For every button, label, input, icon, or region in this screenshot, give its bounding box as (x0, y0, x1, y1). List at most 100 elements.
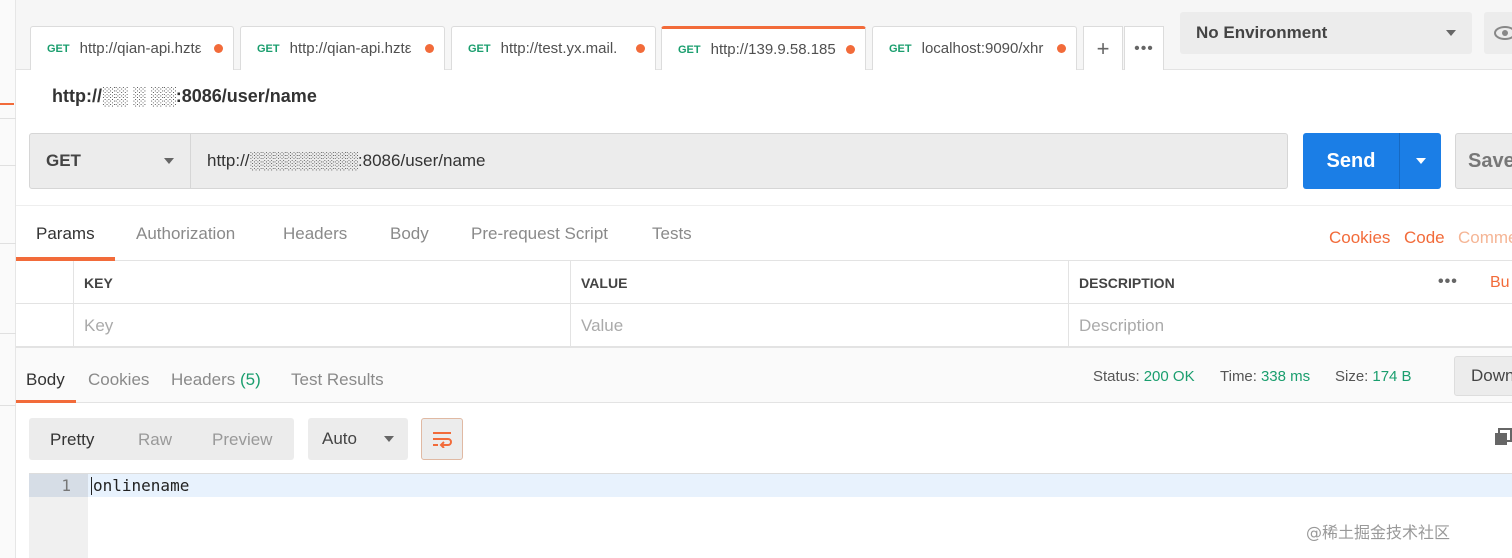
tab-overflow-button[interactable]: ••• (1124, 26, 1164, 70)
wrap-lines-icon (433, 432, 452, 448)
sidebar-divider (0, 333, 16, 334)
response-body-text: onlinename (93, 476, 190, 495)
new-tab-button[interactable]: + (1083, 26, 1123, 70)
response-tab-test-results[interactable]: Test Results (291, 370, 384, 390)
cookies-link[interactable]: Cookies (1329, 228, 1390, 248)
view-raw-button[interactable]: Raw (138, 430, 172, 450)
time-label: Time: (1220, 368, 1257, 385)
left-sidebar-strip (0, 0, 16, 558)
chevron-down-icon (1446, 30, 1456, 36)
chevron-down-icon (164, 158, 174, 164)
sidebar-divider (0, 165, 16, 166)
status-stat: Status: 200 OK (1093, 368, 1195, 385)
request-section-tabs: Params Authorization Headers Body Pre-re… (16, 205, 1512, 261)
tab-method: GET (468, 42, 491, 55)
tab-body[interactable]: Body (390, 224, 429, 244)
copy-icon[interactable] (1494, 428, 1512, 446)
active-line (29, 474, 1512, 497)
sidebar-accent (0, 103, 14, 105)
size-stat: Size: 174 B (1335, 368, 1412, 385)
watermark: @稀土掘金技术社区 (1306, 523, 1451, 542)
http-method-select[interactable]: GET (29, 133, 191, 189)
bulk-edit-link[interactable]: Bu (1490, 274, 1510, 292)
response-tab-body[interactable]: Body (26, 370, 65, 390)
tab-method: GET (47, 42, 70, 55)
ellipsis-icon[interactable]: ••• (1438, 273, 1458, 291)
request-tab[interactable]: GET http://test.yx.mail. (451, 26, 656, 70)
tab-url: http://test.yx.mail. (500, 40, 618, 57)
format-label: Auto (322, 429, 357, 448)
request-tab[interactable]: GET http://qian-api.hztε (30, 26, 234, 70)
body-view-mode-toggle: Pretty Raw Preview (29, 418, 294, 460)
unsaved-dot-icon (425, 44, 434, 53)
column-header-description: DESCRIPTION (1068, 261, 1424, 304)
tab-method: GET (678, 43, 701, 56)
unsaved-dot-icon (846, 45, 855, 54)
send-options-button[interactable] (1399, 133, 1441, 189)
response-tab-headers[interactable]: Headers (5) (171, 370, 261, 390)
response-header-bar: Body Cookies Headers (5) Test Results St… (16, 347, 1512, 403)
line-number: 1 (61, 476, 71, 495)
sidebar-divider (0, 243, 16, 244)
ellipsis-icon: ••• (1134, 39, 1154, 57)
unsaved-dot-icon (636, 44, 645, 53)
response-body-editor[interactable]: 1 onlinename (29, 473, 1512, 558)
view-pretty-button[interactable]: Pretty (50, 430, 94, 450)
column-header-key: KEY (73, 261, 570, 304)
chevron-down-icon (1415, 158, 1426, 164)
time-value: 338 ms (1260, 368, 1311, 385)
download-button[interactable]: Down (1454, 356, 1512, 396)
environment-select[interactable]: No Environment (1180, 12, 1472, 54)
tab-url: http://139.9.58.185 (710, 41, 836, 58)
response-tab-headers-label: Headers (171, 370, 236, 389)
plus-icon: + (1096, 35, 1110, 61)
table-header-row: KEY VALUE DESCRIPTION ••• Bu (16, 261, 1512, 304)
wrap-lines-button[interactable] (421, 418, 463, 460)
sidebar-divider (0, 405, 16, 406)
format-select[interactable]: Auto (308, 418, 408, 460)
headers-count: (5) (240, 370, 261, 389)
environment-label: No Environment (1196, 23, 1328, 42)
tab-pre-request-script[interactable]: Pre-request Script (471, 224, 608, 244)
request-title: http://░░ ░ ░░:8086/user/name (52, 86, 317, 106)
tab-url: localhost:9090/xhr (921, 40, 1044, 57)
request-tab-active[interactable]: GET http://139.9.58.185 (661, 26, 866, 70)
environment-quick-look-button[interactable] (1484, 12, 1512, 54)
description-input[interactable]: Description (1068, 304, 1512, 347)
size-value: 174 B (1372, 368, 1412, 385)
time-stat: Time: 338 ms (1220, 368, 1310, 385)
size-label: Size: (1335, 368, 1369, 385)
request-tab[interactable]: GET http://qian-api.hztε (240, 26, 445, 70)
unsaved-dot-icon (214, 44, 223, 53)
tab-method: GET (257, 42, 280, 55)
tab-method: GET (889, 42, 912, 55)
comments-link[interactable]: Comme (1458, 228, 1512, 248)
tab-params[interactable]: Params (36, 224, 95, 244)
save-button[interactable]: Save (1455, 133, 1512, 189)
key-input[interactable]: Key (73, 304, 570, 347)
url-input[interactable] (190, 133, 1288, 189)
status-value: 200 OK (1143, 368, 1195, 385)
code-link[interactable]: Code (1404, 228, 1445, 248)
tab-url: http://qian-api.hztε (79, 40, 202, 57)
send-button[interactable]: Send (1303, 133, 1399, 189)
value-input[interactable]: Value (570, 304, 1068, 347)
table-row: Key Value Description (16, 304, 1512, 347)
request-tab[interactable]: GET localhost:9090/xhr (872, 26, 1077, 70)
column-header-value: VALUE (570, 261, 1068, 304)
response-tab-cookies[interactable]: Cookies (88, 370, 149, 390)
tab-tests[interactable]: Tests (652, 224, 692, 244)
tab-authorization[interactable]: Authorization (136, 224, 235, 244)
params-table: KEY VALUE DESCRIPTION ••• Bu Key Value D… (16, 261, 1512, 347)
status-label: Status: (1093, 368, 1140, 385)
view-preview-button[interactable]: Preview (212, 430, 272, 450)
text-cursor (91, 477, 92, 495)
eye-icon (1494, 26, 1512, 40)
http-method-label: GET (46, 151, 81, 170)
sidebar-divider (0, 118, 16, 119)
unsaved-dot-icon (1057, 44, 1066, 53)
tab-url: http://qian-api.hztε (289, 40, 412, 57)
chevron-down-icon (384, 436, 394, 442)
active-tab-indicator (16, 400, 76, 403)
tab-headers[interactable]: Headers (283, 224, 347, 244)
